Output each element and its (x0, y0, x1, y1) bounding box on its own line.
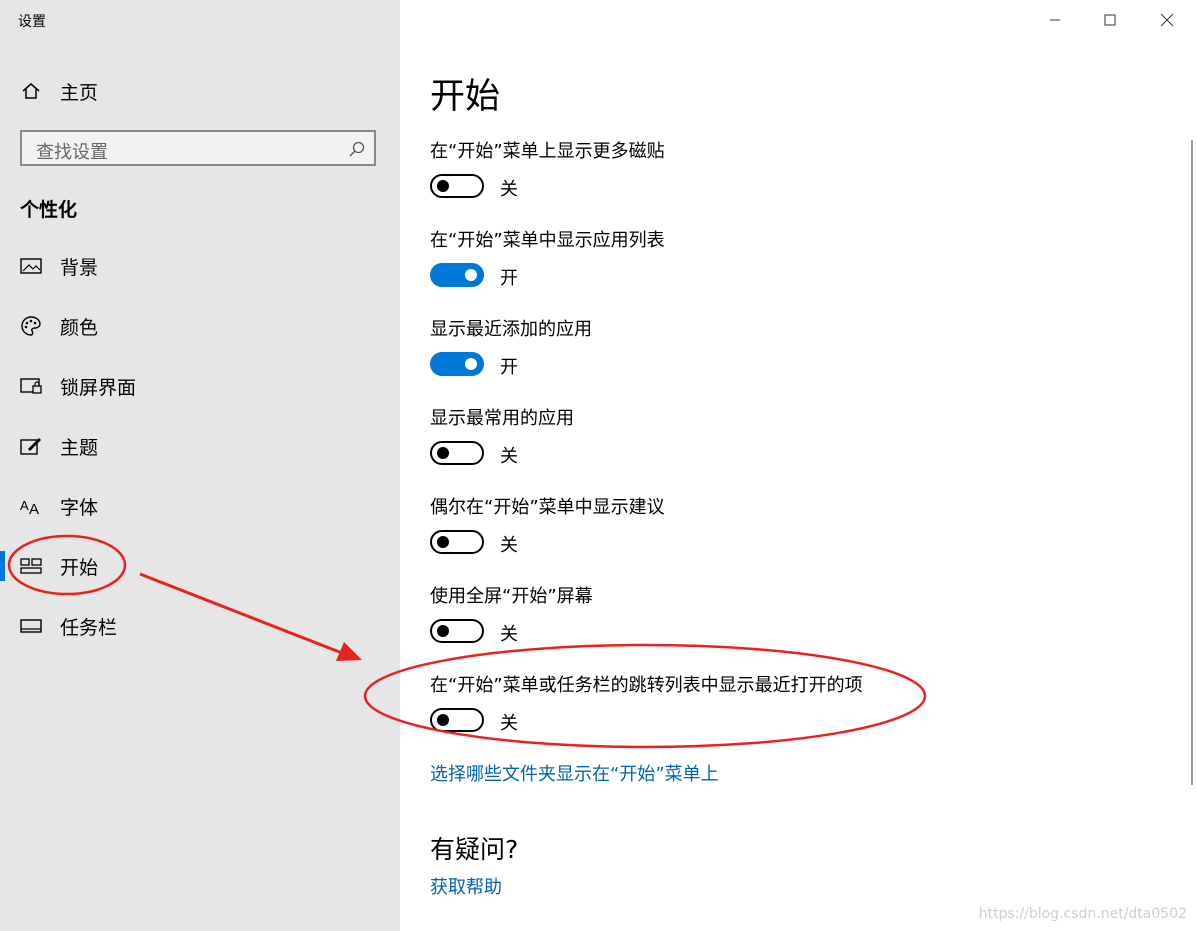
palette-icon (20, 315, 42, 337)
toggle-state: 关 (500, 713, 518, 734)
sidebar-item-label: 字体 (60, 496, 99, 519)
nav-home[interactable]: 主页 (0, 71, 400, 111)
folders-link[interactable]: 选择哪些文件夹显示在“开始”菜单上 (430, 760, 719, 786)
setting-label: 使用全屏“开始”屏幕 (430, 586, 593, 607)
sidebar-item-colors[interactable]: 颜色 (0, 306, 400, 346)
sidebar-item-label: 主题 (60, 436, 99, 459)
toggle-full-screen[interactable] (430, 619, 484, 643)
toggle-knob (437, 714, 449, 726)
sidebar-item-label: 开始 (60, 556, 99, 579)
taskbar-icon (20, 615, 42, 637)
search-input[interactable]: 查找设置 (20, 130, 376, 166)
setting-label: 显示最常用的应用 (430, 408, 574, 429)
toggle-knob (437, 447, 449, 459)
window-title: 设置 (18, 14, 46, 30)
toggle-state: 关 (500, 179, 518, 200)
sidebar-item-background[interactable]: 背景 (0, 246, 400, 286)
sidebar-item-taskbar[interactable]: 任务栏 (0, 606, 400, 646)
toggle-recently-added[interactable] (430, 352, 484, 376)
picture-icon (20, 255, 42, 277)
get-help-link[interactable]: 获取帮助 (430, 873, 502, 899)
sidebar-item-label: 颜色 (60, 316, 99, 339)
toggle-knob (437, 536, 449, 548)
sidebar: 设置 主页 查找设置 个性化 背景 颜色 锁屏界面 主题 A A 字体 开始 任… (0, 0, 400, 931)
toggle-recent-jump-list[interactable] (430, 708, 484, 732)
font-icon: AA (20, 495, 42, 517)
maximize-icon (1104, 14, 1116, 26)
setting-label: 在“开始”菜单或任务栏的跳转列表中显示最近打开的项 (430, 675, 863, 696)
toggle-more-tiles[interactable] (430, 174, 484, 198)
theme-icon (20, 435, 42, 457)
search-icon (348, 140, 366, 158)
search-placeholder: 查找设置 (36, 142, 108, 163)
sidebar-item-lock-screen[interactable]: 锁屏界面 (0, 366, 400, 406)
page-title: 开始 (430, 77, 501, 117)
minimize-icon (1050, 19, 1060, 21)
toggle-knob (437, 625, 449, 637)
toggle-suggestions[interactable] (430, 530, 484, 554)
svg-text:A: A (29, 501, 39, 516)
toggle-knob (437, 180, 449, 192)
toggle-app-list[interactable] (430, 263, 484, 287)
home-icon (20, 80, 42, 102)
sidebar-item-label: 任务栏 (60, 616, 118, 639)
sidebar-item-start[interactable]: 开始 (0, 546, 400, 586)
toggle-state: 关 (500, 446, 518, 467)
close-button[interactable] (1147, 2, 1187, 38)
close-icon (1160, 13, 1174, 27)
section-heading: 个性化 (20, 199, 78, 221)
sidebar-item-fonts[interactable]: AA 字体 (0, 486, 400, 526)
sidebar-item-label: 锁屏界面 (60, 376, 137, 399)
selection-indicator (0, 551, 5, 581)
start-icon (20, 555, 42, 577)
setting-label: 显示最近添加的应用 (430, 319, 592, 340)
toggle-state: 开 (500, 357, 518, 378)
sidebar-item-label: 背景 (60, 256, 99, 279)
nav-home-label: 主页 (60, 81, 99, 104)
setting-label: 在“开始”菜单上显示更多磁贴 (430, 141, 665, 162)
toggle-state: 关 (500, 624, 518, 645)
toggle-state: 关 (500, 535, 518, 556)
watermark: https://blog.csdn.net/dta0502 (978, 906, 1187, 922)
scrollbar[interactable] (1191, 140, 1193, 785)
toggle-most-used[interactable] (430, 441, 484, 465)
setting-label: 偶尔在“开始”菜单中显示建议 (430, 497, 665, 518)
minimize-button[interactable] (1035, 2, 1075, 38)
lock-screen-icon (20, 375, 42, 397)
toggle-state: 开 (500, 268, 518, 289)
toggle-knob (465, 269, 477, 281)
maximize-button[interactable] (1090, 2, 1130, 38)
help-heading: 有疑问? (430, 835, 519, 864)
toggle-knob (465, 358, 477, 370)
svg-text:A: A (20, 498, 29, 513)
setting-label: 在“开始”菜单中显示应用列表 (430, 230, 665, 251)
sidebar-item-themes[interactable]: 主题 (0, 426, 400, 466)
